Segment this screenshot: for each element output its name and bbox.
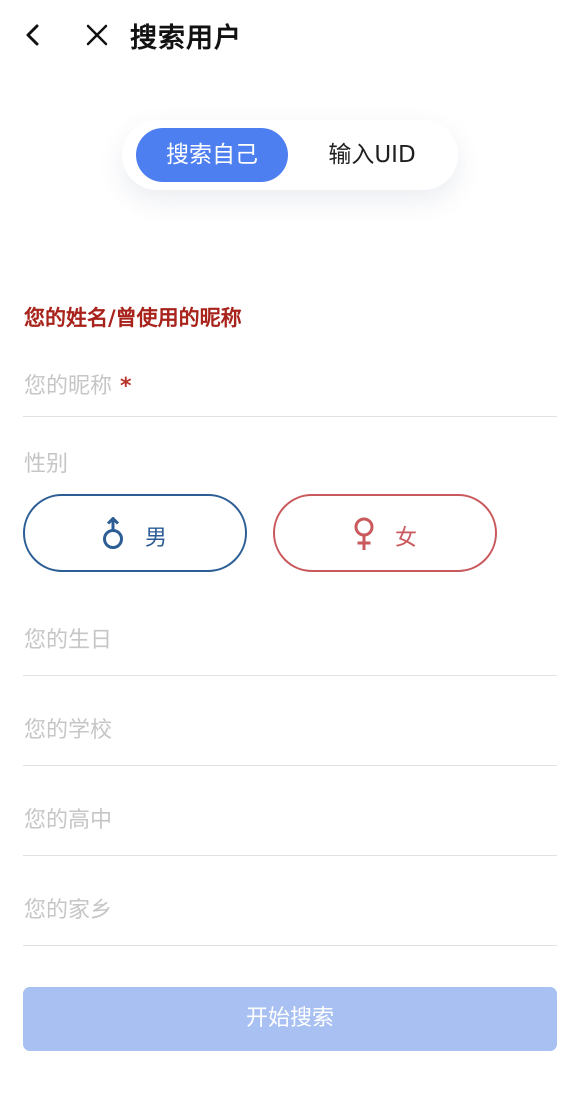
chevron-left-icon[interactable] <box>18 20 48 50</box>
gender-label: 性别 <box>24 452 69 477</box>
female-symbol-icon <box>352 517 376 551</box>
male-symbol-icon <box>102 517 126 551</box>
page-title: 搜索用户 <box>130 23 242 54</box>
high-school-field[interactable]: 您的高中 <box>23 792 557 856</box>
gender-female-button[interactable]: 女 <box>273 494 497 572</box>
school-placeholder: 您的学校 <box>24 718 113 743</box>
gender-female-label: 女 <box>395 526 418 551</box>
tab-input-uid[interactable]: 输入UID <box>298 128 446 182</box>
gender-male-label: 男 <box>145 526 168 551</box>
tab-search-self[interactable]: 搜索自己 <box>136 128 288 182</box>
nickname-placeholder: 您的昵称 <box>24 374 113 399</box>
name-section-label: 您的姓名/曾使用的昵称 <box>24 306 242 330</box>
hometown-field[interactable]: 您的家乡 <box>23 882 557 946</box>
required-mark: * <box>120 374 132 399</box>
gender-male-button[interactable]: 男 <box>23 494 247 572</box>
start-search-button[interactable]: 开始搜索 <box>23 987 557 1051</box>
top-nav-bar: 搜索用户 <box>0 0 580 72</box>
high-school-placeholder: 您的高中 <box>24 808 113 833</box>
school-field[interactable]: 您的学校 <box>23 702 557 766</box>
nickname-field[interactable]: 您的昵称 * <box>23 360 557 417</box>
search-mode-switch: 搜索自己 输入UID <box>122 120 458 190</box>
hometown-placeholder: 您的家乡 <box>24 898 113 923</box>
birthday-placeholder: 您的生日 <box>24 628 113 653</box>
birthday-field[interactable]: 您的生日 <box>23 612 557 676</box>
close-icon[interactable] <box>82 20 112 50</box>
